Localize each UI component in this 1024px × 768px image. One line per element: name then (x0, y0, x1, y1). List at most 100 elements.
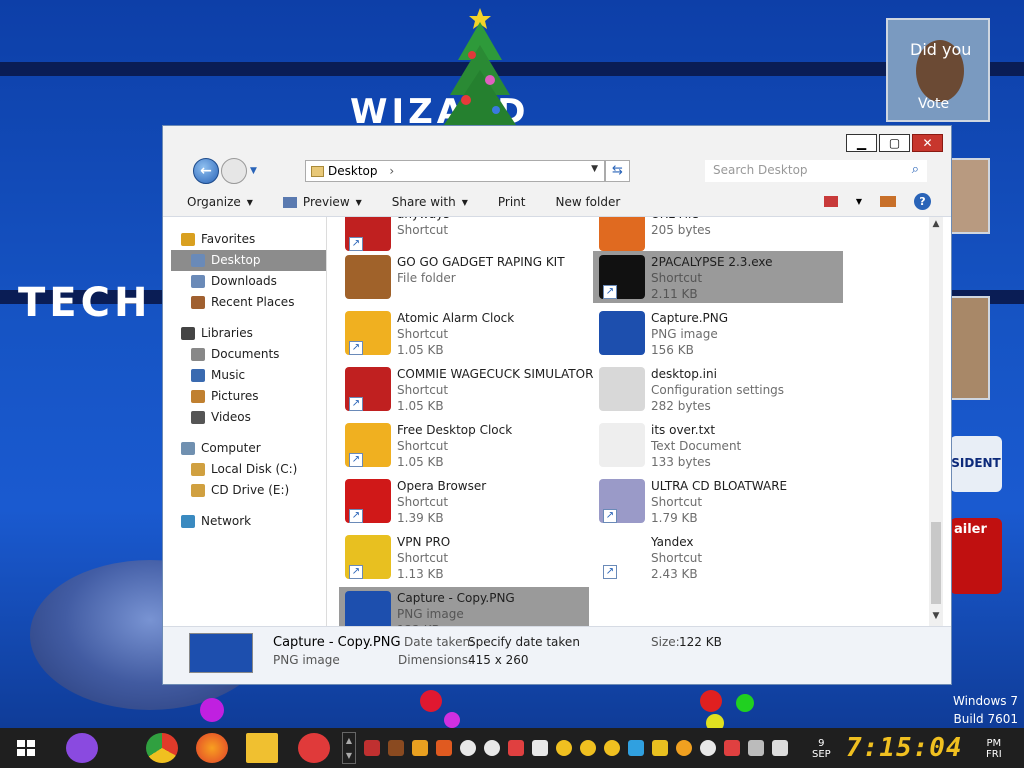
file-item[interactable]: Capture - Copy.PNGPNG image122 KB (339, 587, 589, 627)
back-button[interactable]: ← (193, 158, 219, 184)
file-item[interactable]: ↗ Opera Browser Shortcut 1.39 KB (339, 475, 589, 527)
change-view-icon[interactable] (823, 196, 838, 207)
tray-app-icon[interactable] (508, 740, 524, 756)
nav-item[interactable]: Desktop (171, 250, 326, 271)
file-item[interactable]: ↗ Yandex Shortcut 2.43 KB (593, 531, 843, 583)
address-bar[interactable]: Desktop › ▼ (305, 160, 605, 182)
file-type: Shortcut (397, 551, 449, 565)
file-item[interactable]: ↗ COMMIE WAGECUCK SIMULATOR Shortcut 1.05 K… (339, 363, 593, 415)
nav-item-icon (191, 463, 205, 476)
new-folder-button[interactable]: New folder (555, 195, 620, 209)
help-icon[interactable]: ? (914, 193, 931, 210)
nav-item[interactable]: Network (171, 511, 326, 532)
shortcut-arrow-icon: ↗ (603, 509, 617, 523)
file-item[interactable]: Capture.PNG PNG image 156 KB (593, 307, 843, 359)
address-text: Desktop (328, 164, 378, 178)
nav-item[interactable]: Pictures (171, 386, 326, 407)
file-type: Shortcut (397, 327, 449, 341)
action-center-icon[interactable] (724, 740, 740, 756)
search-icon[interactable]: ⌕ (912, 162, 919, 177)
tray-app-icon[interactable] (436, 740, 452, 756)
tray-app-icon[interactable] (412, 740, 428, 756)
file-item[interactable]: ↗ Free Desktop Clock Shortcut 1.05 KB (339, 419, 589, 471)
file-item[interactable]: ↗ 2PACALYPSE 2.3.exe Shortcut 2.11 KB (593, 251, 843, 303)
tray-app-icon[interactable] (700, 740, 716, 756)
file-item[interactable]: ↗ Atomic Alarm Clock Shortcut 1.05 KB (339, 307, 589, 359)
file-item[interactable]: desktop.ini Configuration settings 282 byt… (593, 363, 843, 415)
shortcut-arrow-icon: ↗ (603, 285, 617, 299)
nav-item[interactable]: Music (171, 365, 326, 386)
preview-pane-icon[interactable] (880, 196, 896, 207)
share-with-button[interactable]: Share with ▼ (392, 195, 468, 209)
tray-app-icon[interactable] (364, 740, 380, 756)
nav-item[interactable]: Libraries (171, 323, 326, 344)
tray-app-icon[interactable] (628, 740, 644, 756)
search-tray-icon[interactable] (676, 740, 692, 756)
preview-button[interactable]: Preview ▼ (282, 195, 362, 209)
snowflake-icon[interactable] (484, 740, 500, 756)
file-type: Text Document (651, 439, 742, 453)
nav-item[interactable]: Local Disk (C:) (171, 459, 326, 480)
file-type: File folder (397, 271, 456, 285)
president-widget[interactable]: SIDENT (950, 436, 1002, 492)
pinned-app-icon[interactable] (298, 733, 330, 763)
red-widget[interactable]: ailer (950, 518, 1002, 594)
tray-app-icon[interactable] (580, 740, 596, 756)
tray-clock[interactable]: 7:15:04 (846, 733, 963, 763)
file-type: Shortcut (397, 439, 449, 453)
file-item[interactable]: GO GO GADGET RAPING KIT File folder (339, 251, 589, 303)
start-button[interactable] (10, 733, 42, 763)
tray-app-icon[interactable] (388, 740, 404, 756)
organize-button[interactable]: Organize ▼ (187, 195, 253, 209)
refresh-icon[interactable]: ⇆ (605, 160, 630, 182)
view-controls: ▼ ? (823, 193, 931, 210)
close-button[interactable]: ✕ (912, 134, 943, 152)
tray-app-icon[interactable] (532, 740, 548, 756)
search-input[interactable]: Search Desktop ⌕ (705, 160, 927, 182)
file-item[interactable]: ↗ anyways Shortcut (339, 217, 589, 255)
nav-item[interactable]: Recent Places (171, 292, 326, 313)
forward-button[interactable] (221, 158, 247, 184)
chrome-icon[interactable] (146, 733, 178, 763)
nav-item[interactable]: Favorites (171, 229, 326, 250)
tray-app-icon[interactable] (604, 740, 620, 756)
tray-date[interactable]: 9 SEP (812, 738, 831, 760)
breadcrumb-separator[interactable]: › (389, 164, 394, 178)
minimize-button[interactable]: ▁ (846, 134, 877, 152)
file-explorer-icon[interactable] (246, 733, 278, 763)
tray-app-icon[interactable] (556, 740, 572, 756)
volume-icon[interactable] (772, 740, 788, 756)
file-item[interactable]: ↗ VPN PRO Shortcut 1.13 KB (339, 531, 589, 583)
nav-item[interactable]: Downloads (171, 271, 326, 292)
snowflake-icon[interactable] (460, 740, 476, 756)
nav-item[interactable]: Videos (171, 407, 326, 428)
file-item[interactable]: its over.txt Text Document 133 bytes (593, 419, 843, 471)
chevron-down-icon[interactable]: ▼ (856, 197, 862, 206)
history-dropdown-icon[interactable]: ▼ (250, 166, 257, 176)
obama-thumbnail[interactable]: Did you Vote (886, 18, 990, 122)
file-icon: ↗ (345, 217, 391, 251)
scroll-up-icon[interactable]: ▲ (929, 219, 943, 233)
scroll-down-icon[interactable]: ▼ (929, 611, 943, 625)
face-thumbnail[interactable] (950, 158, 990, 234)
maximize-button[interactable]: ▢ (879, 134, 910, 152)
nav-item[interactable]: Documents (171, 344, 326, 365)
toolbar-expand-icon[interactable]: ▲ ▼ (342, 732, 356, 764)
face-thumbnail[interactable] (950, 296, 990, 400)
firefox-icon[interactable] (196, 733, 228, 763)
alice-assistant-icon[interactable] (66, 733, 98, 763)
vertical-scrollbar[interactable]: ▲ ▼ (929, 217, 943, 627)
nav-item[interactable]: Computer (171, 438, 326, 459)
file-icon: ↗ (345, 479, 391, 523)
file-type: Shortcut (397, 223, 449, 237)
file-item[interactable]: URL File 205 bytes (593, 217, 843, 255)
file-item[interactable]: ↗ ULTRA CD BLOATWARE Shortcut 1.79 KB (593, 475, 843, 527)
tray-app-icon[interactable] (652, 740, 668, 756)
scroll-thumb[interactable] (931, 522, 941, 604)
network-icon[interactable] (748, 740, 764, 756)
chevron-down-icon[interactable]: ▼ (591, 164, 598, 174)
print-button[interactable]: Print (498, 195, 526, 209)
nav-item[interactable]: CD Drive (E:) (171, 480, 326, 501)
date-taken-value[interactable]: Specify date taken (468, 635, 580, 649)
decor-dot (736, 694, 754, 712)
